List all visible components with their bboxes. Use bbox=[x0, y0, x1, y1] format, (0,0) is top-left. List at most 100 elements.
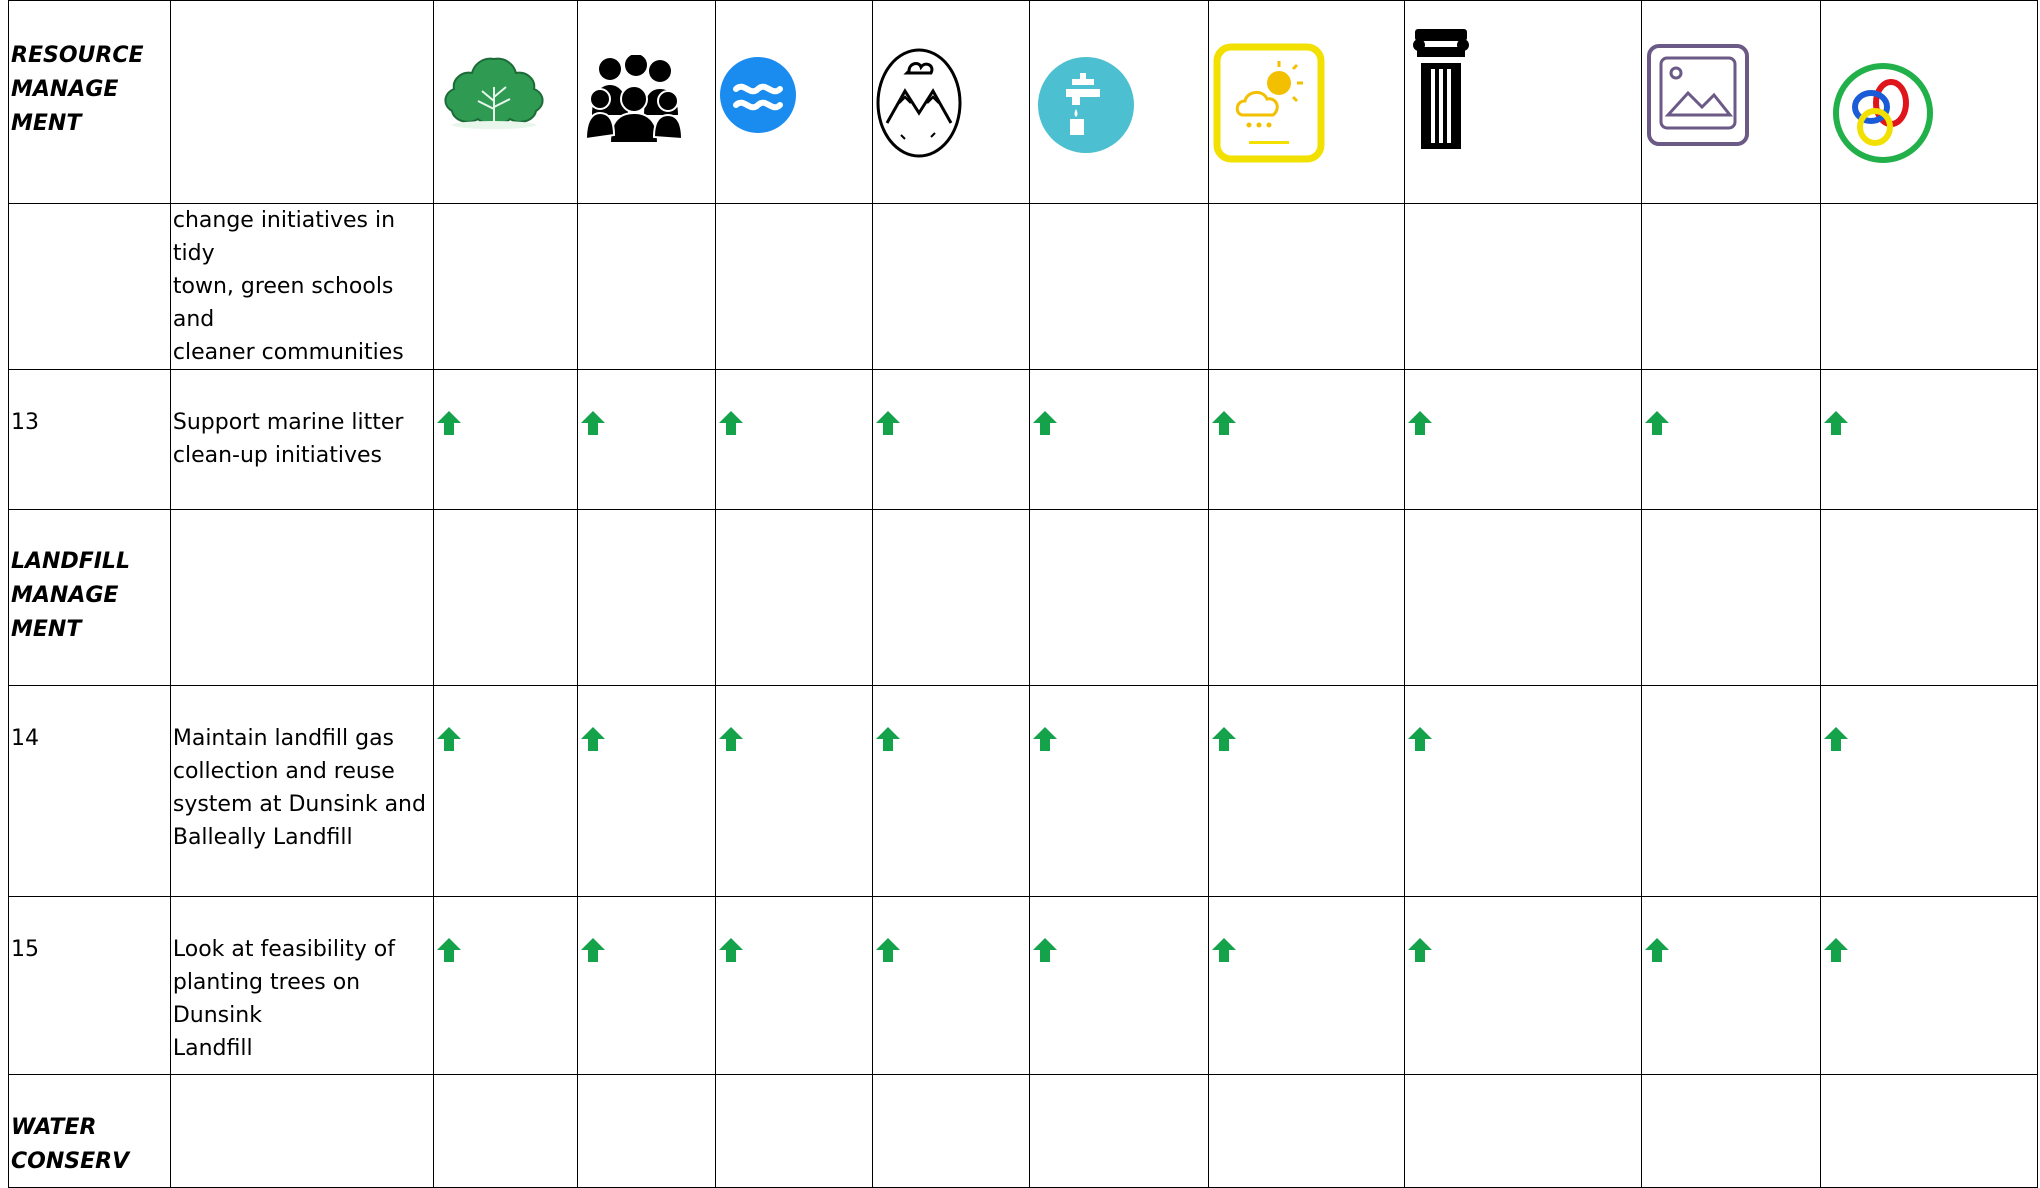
description-cell bbox=[169, 509, 435, 686]
impact-cell bbox=[871, 685, 1031, 897]
impact-cell bbox=[432, 203, 579, 370]
description-cell: Look at feasibility of planting trees on… bbox=[169, 896, 435, 1075]
icon-cell bbox=[871, 0, 1031, 204]
up-arrow-icon bbox=[1645, 938, 1670, 962]
impact-cell bbox=[432, 1074, 579, 1188]
up-arrow-icon bbox=[875, 938, 900, 962]
up-arrow-icon bbox=[1033, 938, 1058, 962]
tree-icon bbox=[444, 57, 544, 129]
impact-cell bbox=[577, 1074, 716, 1188]
impact-cell bbox=[432, 509, 579, 686]
up-arrow-icon bbox=[1823, 727, 1848, 751]
impact-cell bbox=[1404, 509, 1643, 686]
impact-cell bbox=[1404, 896, 1643, 1075]
impact-cell bbox=[871, 369, 1031, 510]
description-cell bbox=[169, 0, 435, 204]
action-number: 14 bbox=[11, 726, 39, 751]
impact-cell bbox=[1029, 203, 1209, 370]
up-arrow-icon bbox=[1211, 938, 1236, 962]
impact-cell bbox=[1029, 896, 1209, 1075]
up-arrow-icon bbox=[437, 938, 461, 962]
up-arrow-icon bbox=[1408, 727, 1433, 751]
up-arrow-icon bbox=[1408, 938, 1433, 962]
section-label: RESOURCE MANAGE MENT bbox=[11, 43, 144, 136]
impact-cell bbox=[432, 369, 579, 510]
up-arrow-icon bbox=[1033, 727, 1058, 751]
number-cell: 14 bbox=[8, 685, 171, 897]
icon-cell bbox=[1819, 0, 2039, 204]
table-row-section: LANDFILL MANAGE MENT bbox=[8, 509, 2039, 686]
impact-cell bbox=[1404, 685, 1643, 897]
impact-cell bbox=[1207, 509, 1406, 686]
water-tap-icon bbox=[1038, 57, 1135, 153]
impact-cell bbox=[714, 896, 873, 1075]
table-row: 13 Support marine litter clean-up initia… bbox=[8, 369, 2039, 510]
description-cell bbox=[169, 1074, 435, 1188]
up-arrow-icon bbox=[1211, 727, 1236, 751]
impact-cell bbox=[1641, 685, 1821, 897]
description-cell: change initiatives in tidy town, green s… bbox=[169, 203, 435, 370]
icon-cell bbox=[577, 0, 716, 204]
description-cell: Support marine litter clean-up initiativ… bbox=[169, 369, 435, 510]
icon-cell bbox=[1404, 0, 1643, 204]
climate-weather-icon bbox=[1213, 43, 1325, 163]
icon-cell bbox=[1207, 0, 1406, 204]
impact-cell bbox=[432, 685, 579, 897]
impact-cell bbox=[714, 369, 873, 510]
section-label: WATER CONSERV bbox=[11, 1115, 130, 1174]
impact-cell bbox=[714, 685, 873, 897]
icon-cell bbox=[1641, 0, 1821, 204]
up-arrow-icon bbox=[1211, 411, 1236, 435]
number-cell: 13 bbox=[8, 369, 171, 510]
impact-cell bbox=[1207, 896, 1406, 1075]
impact-cell bbox=[1404, 369, 1643, 510]
up-arrow-icon bbox=[1645, 411, 1670, 435]
icon-cell bbox=[432, 0, 579, 204]
table-row-header: RESOURCE MANAGE MENT bbox=[8, 0, 2039, 204]
table-row-section: WATER CONSERV bbox=[8, 1074, 2039, 1188]
people-icon bbox=[586, 55, 683, 143]
water-waves-icon bbox=[719, 57, 796, 133]
action-description: Maintain landfill gas collection and reu… bbox=[172, 726, 426, 850]
impact-matrix-table: RESOURCE MANAGE MENT change initiatives … bbox=[8, 0, 2039, 1188]
up-arrow-icon bbox=[718, 727, 743, 751]
section-cell: RESOURCE MANAGE MENT bbox=[8, 0, 171, 204]
landscape-picture-icon bbox=[1647, 44, 1750, 146]
impact-cell bbox=[871, 203, 1031, 370]
impact-cell bbox=[577, 685, 716, 897]
impact-cell bbox=[1641, 1074, 1821, 1188]
interrelationships-rings-icon bbox=[1832, 63, 1933, 163]
up-arrow-icon bbox=[875, 411, 900, 435]
up-arrow-icon bbox=[1823, 938, 1848, 962]
description-cell: Maintain landfill gas collection and reu… bbox=[169, 685, 435, 897]
number-cell: 15 bbox=[8, 896, 171, 1075]
impact-cell bbox=[432, 896, 579, 1075]
action-description: Look at feasibility of planting trees on… bbox=[172, 937, 395, 1061]
action-description: change initiatives in tidy town, green s… bbox=[172, 208, 404, 365]
impact-cell bbox=[714, 203, 873, 370]
up-arrow-icon bbox=[1408, 411, 1433, 435]
impact-cell bbox=[1641, 896, 1821, 1075]
impact-cell bbox=[1029, 369, 1209, 510]
up-arrow-icon bbox=[581, 727, 606, 751]
icon-cell bbox=[714, 0, 873, 204]
section-cell: LANDFILL MANAGE MENT bbox=[8, 509, 171, 686]
up-arrow-icon bbox=[437, 411, 461, 435]
section-cell: WATER CONSERV bbox=[8, 1074, 171, 1188]
impact-cell bbox=[1819, 1074, 2039, 1188]
impact-cell bbox=[577, 369, 716, 510]
impact-cell bbox=[1207, 203, 1406, 370]
impact-cell bbox=[1029, 685, 1209, 897]
impact-cell bbox=[577, 509, 716, 686]
impact-cell bbox=[1819, 896, 2039, 1075]
impact-cell bbox=[871, 896, 1031, 1075]
impact-cell bbox=[1404, 203, 1643, 370]
impact-cell bbox=[577, 203, 716, 370]
impact-cell bbox=[1819, 369, 2039, 510]
mountain-landscape-icon bbox=[876, 48, 962, 158]
action-number: 13 bbox=[11, 410, 39, 435]
impact-cell bbox=[1029, 509, 1209, 686]
up-arrow-icon bbox=[718, 938, 743, 962]
impact-cell bbox=[1819, 203, 2039, 370]
impact-cell bbox=[577, 896, 716, 1075]
